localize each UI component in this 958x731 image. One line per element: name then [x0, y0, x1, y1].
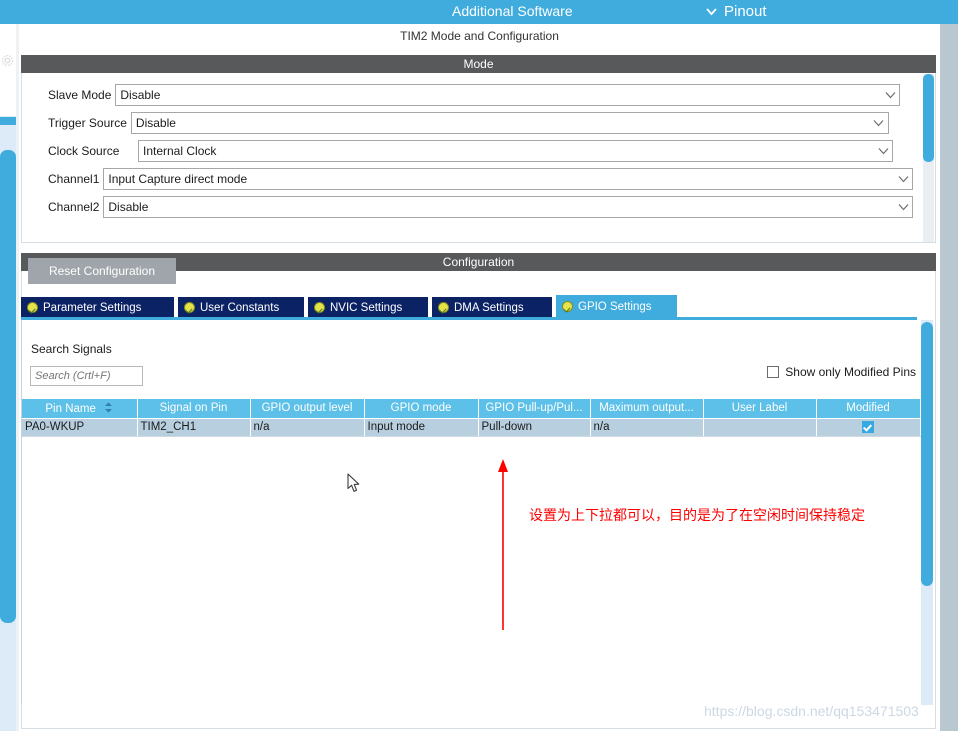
left-scrollbar-thumb[interactable]	[0, 150, 16, 623]
gpio-scrollbar-thumb[interactable]	[921, 322, 933, 586]
trigger-source-select[interactable]: Disable	[130, 112, 889, 134]
chevron-down-icon	[881, 85, 899, 105]
app-window: Additional Software Pinout TIM2 Mode and…	[0, 0, 958, 731]
channel1-label: Channel1	[48, 172, 100, 186]
modified-checkbox-checked-icon[interactable]	[862, 420, 874, 433]
show-only-modified-pins-checkbox[interactable]: Show only Modified Pins	[767, 365, 916, 379]
tab-gpio-settings[interactable]: GPIO Settings	[556, 295, 677, 318]
column-label: Pin Name	[45, 402, 96, 415]
status-check-icon	[314, 302, 325, 313]
status-check-icon	[562, 301, 573, 312]
tab-label: Parameter Settings	[43, 301, 142, 314]
tab-parameter-settings[interactable]: Parameter Settings	[21, 297, 176, 318]
tab-label: NVIC Settings	[330, 301, 403, 314]
column-header-user-label[interactable]: User Label	[703, 399, 817, 419]
search-input[interactable]	[30, 366, 143, 386]
channel2-value: Disable	[108, 200, 149, 214]
clock-source-select[interactable]: Internal Clock	[138, 140, 893, 162]
column-header-pin-name[interactable]: Pin Name	[22, 399, 138, 419]
column-header-modified[interactable]: Modified	[816, 399, 921, 419]
slave-mode-label: Slave Mode	[48, 88, 112, 102]
cell-user-label[interactable]	[703, 418, 817, 437]
reset-configuration-button[interactable]: Reset Configuration	[28, 258, 176, 284]
mode-section-body: Slave Mode Disable Trigger Source Disabl…	[21, 73, 936, 243]
chevron-down-icon	[894, 197, 912, 217]
sort-ascending-icon[interactable]	[104, 402, 113, 413]
chevron-down-icon	[874, 141, 892, 161]
cell-pin-name[interactable]: PA0-WKUP	[22, 418, 138, 437]
status-check-icon	[27, 302, 38, 313]
form-row-clock-source: Clock Source Internal Clock	[48, 140, 893, 162]
column-header-gpio-pull-up-pull-down[interactable]: GPIO Pull-up/Pul...	[478, 399, 591, 419]
column-header-gpio-output-level[interactable]: GPIO output level	[250, 399, 365, 419]
column-header-gpio-mode[interactable]: GPIO mode	[364, 399, 479, 419]
gpio-pins-table: Pin Name Signal on Pin GPIO output level…	[22, 399, 921, 437]
table-row[interactable]: PA0-WKUP TIM2_CH1 n/a Input mode Pull-do…	[22, 418, 921, 437]
cell-signal-on-pin[interactable]: TIM2_CH1	[137, 418, 251, 437]
status-check-icon	[438, 302, 449, 313]
cell-gpio-mode[interactable]: Input mode	[364, 418, 479, 437]
right-panel-divider	[940, 24, 958, 731]
tab-label: GPIO Settings	[578, 300, 652, 313]
tab-nvic-settings[interactable]: NVIC Settings	[308, 297, 430, 318]
clock-source-value: Internal Clock	[143, 144, 217, 158]
chevron-down-icon	[894, 169, 912, 189]
cell-gpio-output-level[interactable]: n/a	[250, 418, 365, 437]
clock-source-label: Clock Source	[48, 144, 120, 158]
search-signals-label: Search Signals	[31, 342, 112, 356]
slave-mode-value: Disable	[120, 88, 161, 102]
chevron-down-icon	[870, 113, 888, 133]
channel1-value: Input Capture direct mode	[108, 172, 248, 186]
cell-modified[interactable]	[816, 418, 921, 437]
column-header-maximum-output[interactable]: Maximum output...	[590, 399, 704, 419]
mouse-cursor-icon	[347, 473, 361, 493]
tab-label: User Constants	[200, 301, 280, 314]
left-rail-accent	[0, 117, 16, 125]
chevron-down-icon	[705, 5, 718, 18]
mode-scrollbar-thumb[interactable]	[923, 74, 934, 162]
cell-maximum-output[interactable]: n/a	[590, 418, 704, 437]
watermark-text: https://blog.csdn.net/qq153471503	[704, 703, 919, 719]
top-app-bar: Additional Software Pinout	[0, 0, 958, 24]
show-only-modified-pins-label: Show only Modified Pins	[785, 365, 916, 379]
status-check-icon	[184, 302, 195, 313]
left-outer-scrollbar[interactable]	[0, 24, 16, 731]
form-row-channel1: Channel1 Input Capture direct mode	[48, 168, 914, 190]
trigger-source-value: Disable	[135, 116, 176, 130]
configuration-tabs: Parameter Settings User Constants NVIC S…	[21, 295, 917, 318]
table-header-row: Pin Name Signal on Pin GPIO output level…	[22, 399, 921, 419]
channel2-select[interactable]: Disable	[103, 196, 914, 218]
annotation-text: 设置为上下拉都可以，目的是为了在空闲时间保持稳定	[529, 508, 865, 524]
trigger-source-label: Trigger Source	[48, 116, 127, 130]
tab-label: DMA Settings	[454, 301, 524, 314]
annotation-arrow-icon	[496, 458, 510, 632]
channel1-select[interactable]: Input Capture direct mode	[103, 168, 914, 190]
slave-mode-select[interactable]: Disable	[115, 84, 901, 106]
left-rail-cap	[0, 24, 16, 116]
gear-icon	[1, 54, 14, 67]
column-header-signal-on-pin[interactable]: Signal on Pin	[137, 399, 251, 419]
channel2-label: Channel2	[48, 200, 100, 214]
form-row-trigger-source: Trigger Source Disable	[48, 112, 889, 134]
pinout-menu[interactable]: Pinout	[724, 3, 767, 20]
tab-user-constants[interactable]: User Constants	[178, 297, 306, 318]
form-row-channel2: Channel2 Disable	[48, 196, 914, 218]
additional-software-link[interactable]: Additional Software	[452, 3, 573, 19]
cell-gpio-pull[interactable]: Pull-down	[478, 418, 591, 437]
tab-dma-settings[interactable]: DMA Settings	[432, 297, 554, 318]
checkbox-box[interactable]	[767, 366, 780, 378]
mode-section-header: Mode	[21, 55, 936, 73]
form-row-slave-mode: Slave Mode Disable	[48, 84, 901, 106]
page-title: TIM2 Mode and Configuration	[19, 24, 940, 48]
